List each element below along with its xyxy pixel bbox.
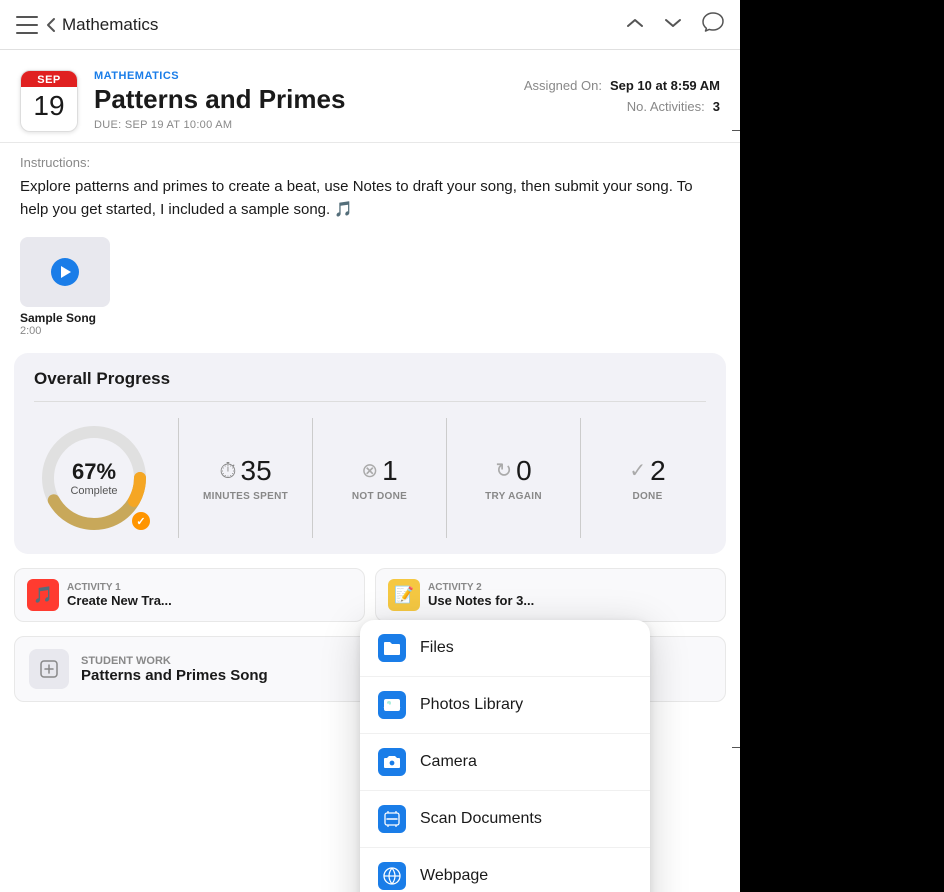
donut-percentage: 67% bbox=[70, 459, 117, 485]
checkmark-badge bbox=[130, 510, 152, 532]
activity-card-2[interactable]: 📝 ACTIVITY 2 Use Notes for 3... bbox=[375, 568, 726, 622]
not-done-value: 1 bbox=[382, 455, 398, 487]
progress-section: Overall Progress 67% Complete bbox=[14, 353, 726, 554]
stat-not-done: ⊗ 1 NOT DONE bbox=[321, 455, 438, 502]
donut-text: 67% Complete bbox=[70, 459, 117, 497]
stat-done: ✓ 2 DONE bbox=[589, 455, 706, 502]
stat-divider-3 bbox=[446, 418, 447, 538]
try-again-value: 0 bbox=[516, 455, 532, 487]
chevron-down-icon[interactable] bbox=[664, 16, 682, 34]
webpage-icon bbox=[378, 862, 406, 890]
scan-label: Scan Documents bbox=[420, 810, 542, 828]
activity-card-1[interactable]: 🎵 ACTIVITY 1 Create New Tra... bbox=[14, 568, 365, 622]
dropdown-item-photos[interactable]: Photos Library bbox=[360, 677, 650, 734]
right-indicator-line-2 bbox=[732, 747, 740, 748]
nav-icons bbox=[626, 12, 724, 37]
dropdown-menu: Files Photos Library Camera Scan Documen… bbox=[360, 620, 650, 892]
done-value-group: ✓ 2 bbox=[629, 455, 665, 487]
calendar-month: SEP bbox=[21, 71, 77, 87]
stat-try-again: ↻ 0 TRY AGAIN bbox=[455, 455, 572, 502]
clock-icon: ⏱ bbox=[219, 458, 236, 484]
assigned-on-row: Assigned On: Sep 10 at 8:59 AM bbox=[524, 78, 720, 93]
instructions-text: Explore patterns and primes to create a … bbox=[20, 176, 720, 221]
camera-label: Camera bbox=[420, 753, 477, 771]
not-done-icon: ⊗ bbox=[361, 458, 378, 483]
assigned-on-value: Sep 10 at 8:59 AM bbox=[610, 78, 720, 93]
media-item: Sample Song 2:00 bbox=[20, 237, 110, 337]
instructions-section: Instructions: Explore patterns and prime… bbox=[0, 143, 740, 237]
work-icon bbox=[29, 649, 69, 689]
back-button[interactable]: Mathematics bbox=[46, 15, 158, 35]
comment-icon[interactable] bbox=[702, 12, 724, 37]
webpage-label: Webpage bbox=[420, 867, 488, 885]
no-activities-label: No. Activities: bbox=[627, 99, 705, 114]
done-label: DONE bbox=[632, 491, 662, 502]
dropdown-item-files[interactable]: Files bbox=[360, 620, 650, 677]
media-play-button[interactable] bbox=[20, 237, 110, 307]
scan-icon bbox=[378, 805, 406, 833]
black-panel bbox=[740, 0, 944, 892]
assignment-info: MATHEMATICS Patterns and Primes DUE: SEP… bbox=[94, 70, 504, 132]
media-label: Sample Song bbox=[20, 311, 110, 325]
media-duration: 2:00 bbox=[20, 325, 110, 337]
activity-1-info: ACTIVITY 1 Create New Tra... bbox=[67, 582, 172, 608]
photos-label: Photos Library bbox=[420, 696, 523, 714]
back-label: Mathematics bbox=[62, 15, 158, 35]
files-icon bbox=[378, 634, 406, 662]
dropdown-item-camera[interactable]: Camera bbox=[360, 734, 650, 791]
chevron-up-icon[interactable] bbox=[626, 16, 644, 34]
activity-1-num: ACTIVITY 1 bbox=[67, 582, 172, 593]
not-done-label: NOT DONE bbox=[352, 491, 407, 502]
calendar-day: 19 bbox=[21, 87, 77, 123]
assigned-on-label: Assigned On: bbox=[524, 78, 602, 93]
right-indicator-line-1 bbox=[732, 130, 740, 131]
assignment-title: Patterns and Primes bbox=[94, 84, 504, 115]
dropdown-item-scan[interactable]: Scan Documents bbox=[360, 791, 650, 848]
activity-2-info: ACTIVITY 2 Use Notes for 3... bbox=[428, 582, 534, 608]
assignment-header: SEP 19 MATHEMATICS Patterns and Primes D… bbox=[0, 50, 740, 143]
try-again-label: TRY AGAIN bbox=[485, 491, 542, 502]
activity-1-name: Create New Tra... bbox=[67, 593, 172, 608]
donut-complete-label: Complete bbox=[70, 485, 117, 497]
progress-title: Overall Progress bbox=[34, 369, 706, 389]
stat-divider-4 bbox=[580, 418, 581, 538]
assignment-subject: MATHEMATICS bbox=[94, 70, 504, 82]
assignment-meta: Assigned On: Sep 10 at 8:59 AM No. Activ… bbox=[520, 70, 720, 132]
sidebar-toggle[interactable] bbox=[16, 16, 38, 34]
activity-2-num: ACTIVITY 2 bbox=[428, 582, 534, 593]
activity-1-icon: 🎵 bbox=[27, 579, 59, 611]
progress-divider bbox=[34, 401, 706, 402]
minutes-label: MINUTES SPENT bbox=[203, 491, 288, 502]
photos-icon bbox=[378, 691, 406, 719]
stat-minutes: ⏱ 35 MINUTES SPENT bbox=[187, 455, 304, 502]
try-again-value-group: ↻ 0 bbox=[495, 455, 531, 487]
dropdown-item-webpage[interactable]: Webpage bbox=[360, 848, 650, 892]
assignment-due: DUE: SEP 19 AT 10:00 AM bbox=[94, 119, 504, 131]
calendar-badge: SEP 19 bbox=[20, 70, 78, 132]
done-value: 2 bbox=[650, 455, 666, 487]
not-done-value-group: ⊗ 1 bbox=[361, 455, 397, 487]
files-label: Files bbox=[420, 639, 454, 657]
minutes-value-group: ⏱ 35 bbox=[219, 455, 271, 487]
activity-2-name: Use Notes for 3... bbox=[428, 593, 534, 608]
donut-chart: 67% Complete bbox=[34, 418, 154, 538]
stat-divider-2 bbox=[312, 418, 313, 538]
activities-section: 🎵 ACTIVITY 1 Create New Tra... 📝 ACTIVIT… bbox=[14, 568, 726, 622]
no-activities-value: 3 bbox=[713, 99, 720, 114]
play-icon[interactable] bbox=[51, 258, 79, 286]
no-activities-row: No. Activities: 3 bbox=[627, 99, 720, 114]
nav-bar: Mathematics bbox=[0, 0, 740, 50]
try-again-icon: ↻ bbox=[495, 458, 512, 483]
camera-icon bbox=[378, 748, 406, 776]
activity-2-icon: 📝 bbox=[388, 579, 420, 611]
instructions-label: Instructions: bbox=[20, 155, 720, 170]
progress-stats: 67% Complete ⏱ 35 MINUTES SPENT ⊗ 1 bbox=[34, 418, 706, 538]
minutes-value: 35 bbox=[241, 455, 272, 487]
stat-divider-1 bbox=[178, 418, 179, 538]
done-icon: ✓ bbox=[629, 458, 646, 483]
